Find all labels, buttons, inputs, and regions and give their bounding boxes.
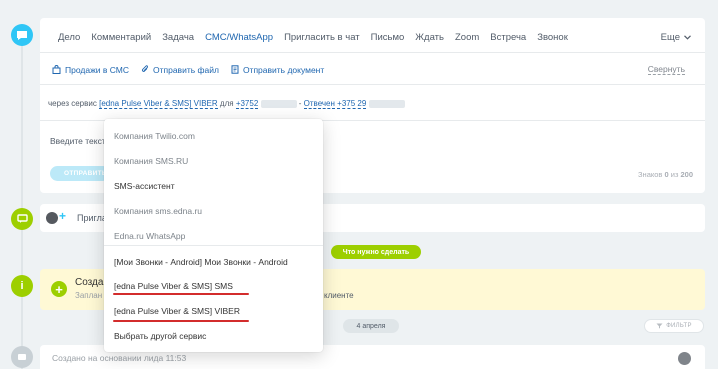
comment-icon [11,208,33,230]
tab-zoom[interactable]: Zoom [455,32,479,43]
info-icon: i [11,275,33,297]
paperclip-icon [142,65,149,72]
divider [104,245,323,246]
tabs-more-button[interactable]: Еще [661,32,691,43]
tab-comment[interactable]: Комментарий [91,32,151,43]
send-file-button[interactable]: Отправить файл [141,65,219,75]
divider [40,52,705,53]
task-title[interactable]: Созда [75,277,103,288]
tab-wait[interactable]: Ждать [415,32,444,43]
todo-badge: Что нужно сделать [331,245,421,259]
separator-dash: - [298,99,302,108]
tab-meeting[interactable]: Встреча [490,32,526,43]
dropdown-item-my-calls-android[interactable]: [Мои Звонки - Android] Мои Звонки - Andr… [114,257,288,267]
dropdown-item-sms-edna[interactable]: Компания sms.edna.ru [114,206,202,216]
service-for-label: для [219,99,234,108]
dropdown-item-edna-whatsapp[interactable]: Edna.ru WhatsApp [114,231,185,241]
avatar [46,212,58,224]
sms-actions: Продажи в СМС Отправить файл Отправить д… [52,64,685,75]
tab-deal[interactable]: Дело [58,32,80,43]
divider [40,84,705,85]
tab-sms-whatsapp[interactable]: СМС/WhatsApp [205,32,273,43]
replied-status[interactable]: Отвечен [303,99,335,109]
tab-task[interactable]: Задача [162,32,194,43]
tab-call[interactable]: Звонок [537,32,568,43]
filter-label: ФИЛЬТР [666,323,692,329]
redacted-block [260,99,297,108]
lead-icon [11,346,33,368]
sales-sms-button[interactable]: Продажи в СМС [52,65,129,75]
add-task-icon[interactable]: + [51,281,67,297]
send-file-label: Отправить файл [153,64,219,75]
dropdown-item-twilio[interactable]: Компания Twilio.com [114,131,195,141]
service-selector-row: через сервис [edna Pulse Viber & SMS] VI… [48,99,695,109]
char-counter: Знаков 0 из 200 [638,170,693,179]
collapse-link[interactable]: Свернуть [647,64,685,75]
chars-max: 200 [680,170,693,179]
chars-count: 0 [664,170,669,179]
avatar [678,352,691,365]
dropdown-item-smsru[interactable]: Компания SMS.RU [114,156,188,166]
chars-of: из [670,170,679,179]
timeline-line [21,30,23,369]
tab-invite-chat[interactable]: Пригласить в чат [284,32,360,43]
task-subtitle-tail: клиенте [324,291,354,300]
service-prefix: через сервис [48,99,97,108]
redacted-block [368,99,405,108]
history-text: Создано на основании лида 11:53 [52,353,187,363]
bag-icon [52,65,61,74]
send-document-label: Отправить документ [242,64,325,75]
sms-chat-icon [11,24,33,46]
highlight-underline [113,320,249,322]
date-badge: 4 апреля [343,319,399,333]
message-input[interactable]: Введите текст [50,136,106,146]
filter-icon [656,323,663,329]
dropdown-item-edna-sms[interactable]: [edna Pulse Viber & SMS] SMS [114,281,233,291]
dropdown-item-sms-assistant[interactable]: SMS-ассистент [114,181,175,191]
activity-tabs: Дело Комментарий Задача СМС/WhatsApp При… [58,32,691,43]
task-subtitle: Заплан [75,291,103,300]
second-phone-link[interactable]: +375 29 [337,99,367,109]
plus-icon[interactable]: + [59,209,66,223]
chevron-down-icon [684,35,691,40]
highlight-underline [113,293,249,295]
service-selector-link[interactable]: [edna Pulse Viber & SMS] VIBER [99,99,218,109]
document-icon [231,65,239,74]
sales-sms-label: Продажи в СМС [65,64,129,75]
send-button[interactable]: ОТПРАВИТЬ [50,166,110,181]
send-document-button[interactable]: Отправить документ [231,65,324,75]
chars-label: Знаков [638,170,663,179]
dropdown-item-choose-other[interactable]: Выбрать другой сервис [114,331,206,341]
phone-selector-link[interactable]: +3752 [235,99,259,109]
filter-button[interactable]: ФИЛЬТР [644,319,704,333]
tabs-more-label: Еще [660,32,680,43]
tab-email[interactable]: Письмо [371,32,405,43]
service-dropdown: Компания Twilio.com Компания SMS.RU SMS-… [104,119,323,352]
dropdown-item-edna-viber[interactable]: [edna Pulse Viber & SMS] VIBER [114,306,240,316]
